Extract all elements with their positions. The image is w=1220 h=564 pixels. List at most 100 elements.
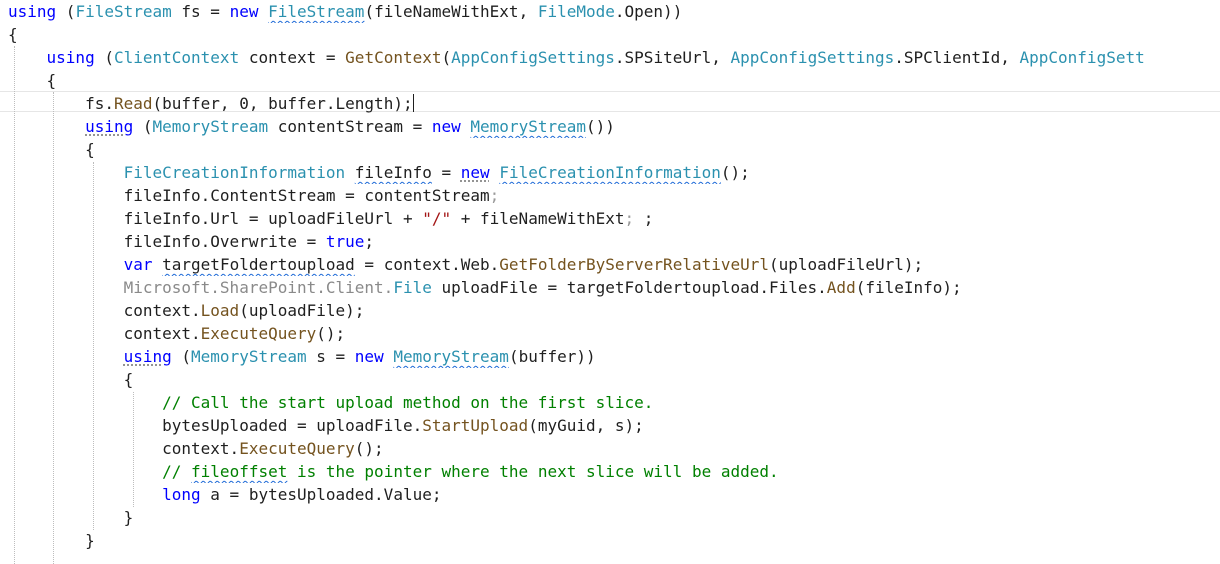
code-token: context.: [8, 439, 240, 458]
code-line[interactable]: context.ExecuteQuery();: [8, 437, 1220, 460]
code-token: Add: [826, 278, 856, 297]
code-token: (uploadFileUrl);: [769, 255, 924, 274]
code-token: FileMode: [537, 2, 615, 21]
code-line[interactable]: var targetFoldertoupload = context.Web.G…: [8, 253, 1220, 276]
code-line[interactable]: using (ClientContext context = GetContex…: [8, 46, 1220, 69]
code-token: context =: [239, 48, 346, 67]
code-line[interactable]: {: [8, 69, 1220, 92]
code-line[interactable]: [8, 552, 1220, 564]
code-token: MemoryStream: [470, 117, 586, 136]
code-token: StartUpload: [422, 416, 529, 435]
code-token: ExecuteQuery: [200, 324, 317, 343]
code-token: new: [229, 2, 259, 21]
code-token: FileCreationInformation: [499, 163, 721, 182]
code-token: fileInfo.ContentStream = contentStream: [8, 186, 490, 205]
code-token: Microsoft.SharePoint.Client.: [123, 278, 394, 297]
code-token: (buffer)): [508, 347, 596, 366]
code-token: {: [8, 140, 95, 159]
code-token: MemoryStream: [191, 347, 307, 366]
code-token: a = bytesUploaded.Value;: [200, 485, 442, 504]
code-lines[interactable]: using (FileStream fs = new FileStream(fi…: [8, 0, 1220, 564]
code-token: (: [133, 117, 153, 136]
code-token: //: [162, 462, 192, 481]
code-token: contentStream =: [268, 117, 432, 136]
code-token: GetFolderByServerRelativeUrl: [499, 255, 770, 274]
code-token: MemoryStream: [393, 347, 509, 366]
code-token: {: [8, 25, 18, 44]
code-token: bytesUploaded = uploadFile.: [8, 416, 423, 435]
code-line[interactable]: {: [8, 23, 1220, 46]
code-token: Load: [200, 301, 240, 320]
code-token: .SPClientId,: [894, 48, 1020, 67]
code-token: }: [8, 508, 134, 527]
code-line[interactable]: // Call the start upload method on the f…: [8, 391, 1220, 414]
code-token: AppConfigSettings: [730, 48, 895, 67]
code-line[interactable]: fs.Read(buffer, 0, buffer.Length);: [8, 92, 1220, 115]
code-token: s =: [306, 347, 355, 366]
code-token: context.: [8, 324, 201, 343]
code-token: AppConfigSett: [1019, 48, 1145, 67]
code-token: (: [441, 48, 452, 67]
code-line[interactable]: using (FileStream fs = new FileStream(fi…: [8, 0, 1220, 23]
code-token: fs.: [8, 94, 114, 113]
code-token: (: [56, 2, 76, 21]
code-line[interactable]: }: [8, 529, 1220, 552]
text-cursor: [412, 94, 414, 112]
code-line[interactable]: using (MemoryStream s = new MemoryStream…: [8, 345, 1220, 368]
code-token: = context.Web.: [354, 255, 500, 274]
code-token: File: [393, 278, 432, 297]
code-token: (fileInfo);: [855, 278, 962, 297]
code-token: using: [46, 48, 95, 67]
code-token: .Open)): [614, 2, 683, 21]
code-token: }: [8, 531, 95, 550]
code-line[interactable]: fileInfo.Url = uploadFileUrl + "/" + fil…: [8, 207, 1220, 230]
code-token: Read: [113, 94, 153, 113]
code-line[interactable]: Microsoft.SharePoint.Client.File uploadF…: [8, 276, 1220, 299]
code-token: (: [171, 347, 192, 366]
code-line[interactable]: fileInfo.Overwrite = true;: [8, 230, 1220, 253]
code-token: MemoryStream: [152, 117, 269, 136]
code-line[interactable]: FileCreationInformation fileInfo = new F…: [8, 161, 1220, 184]
code-token: {: [8, 370, 134, 389]
code-token: ExecuteQuery: [239, 439, 355, 458]
code-token: ;: [634, 209, 654, 228]
code-editor[interactable]: using (FileStream fs = new FileStream(fi…: [0, 0, 1220, 564]
code-line[interactable]: context.ExecuteQuery();: [8, 322, 1220, 345]
code-token: GetContext: [345, 48, 442, 67]
code-token: using: [85, 117, 134, 136]
code-line[interactable]: bytesUploaded = uploadFile.StartUpload(m…: [8, 414, 1220, 437]
code-line[interactable]: fileInfo.ContentStream = contentStream;: [8, 184, 1220, 207]
code-token: fileInfo: [354, 163, 432, 182]
code-line[interactable]: using (MemoryStream contentStream = new …: [8, 115, 1220, 138]
code-token: (myGuid, s);: [528, 416, 644, 435]
code-token: ();: [316, 324, 346, 343]
code-line[interactable]: {: [8, 138, 1220, 161]
code-line[interactable]: context.Load(uploadFile);: [8, 299, 1220, 322]
code-token: ;: [624, 209, 635, 228]
code-line[interactable]: // fileoffset is the pointer where the n…: [8, 460, 1220, 483]
code-token: + fileNameWithExt: [451, 209, 625, 228]
code-token: fileoffset: [191, 462, 288, 481]
code-line[interactable]: {: [8, 368, 1220, 391]
code-token: new: [354, 347, 384, 366]
code-token: using: [123, 347, 172, 366]
code-token: (buffer, 0, buffer.Length);: [152, 94, 413, 113]
code-token: ()): [586, 117, 615, 136]
code-token: is the pointer where the next slice will…: [287, 462, 779, 481]
code-token: (: [94, 48, 114, 67]
code-token: ClientContext: [113, 48, 240, 67]
code-token: targetFoldertoupload: [162, 255, 355, 274]
code-token: ;: [364, 232, 375, 251]
code-token: FileStream: [268, 2, 365, 21]
code-line[interactable]: }: [8, 506, 1220, 529]
code-line[interactable]: long a = bytesUploaded.Value;: [8, 483, 1220, 506]
code-token: AppConfigSettings: [451, 48, 615, 67]
